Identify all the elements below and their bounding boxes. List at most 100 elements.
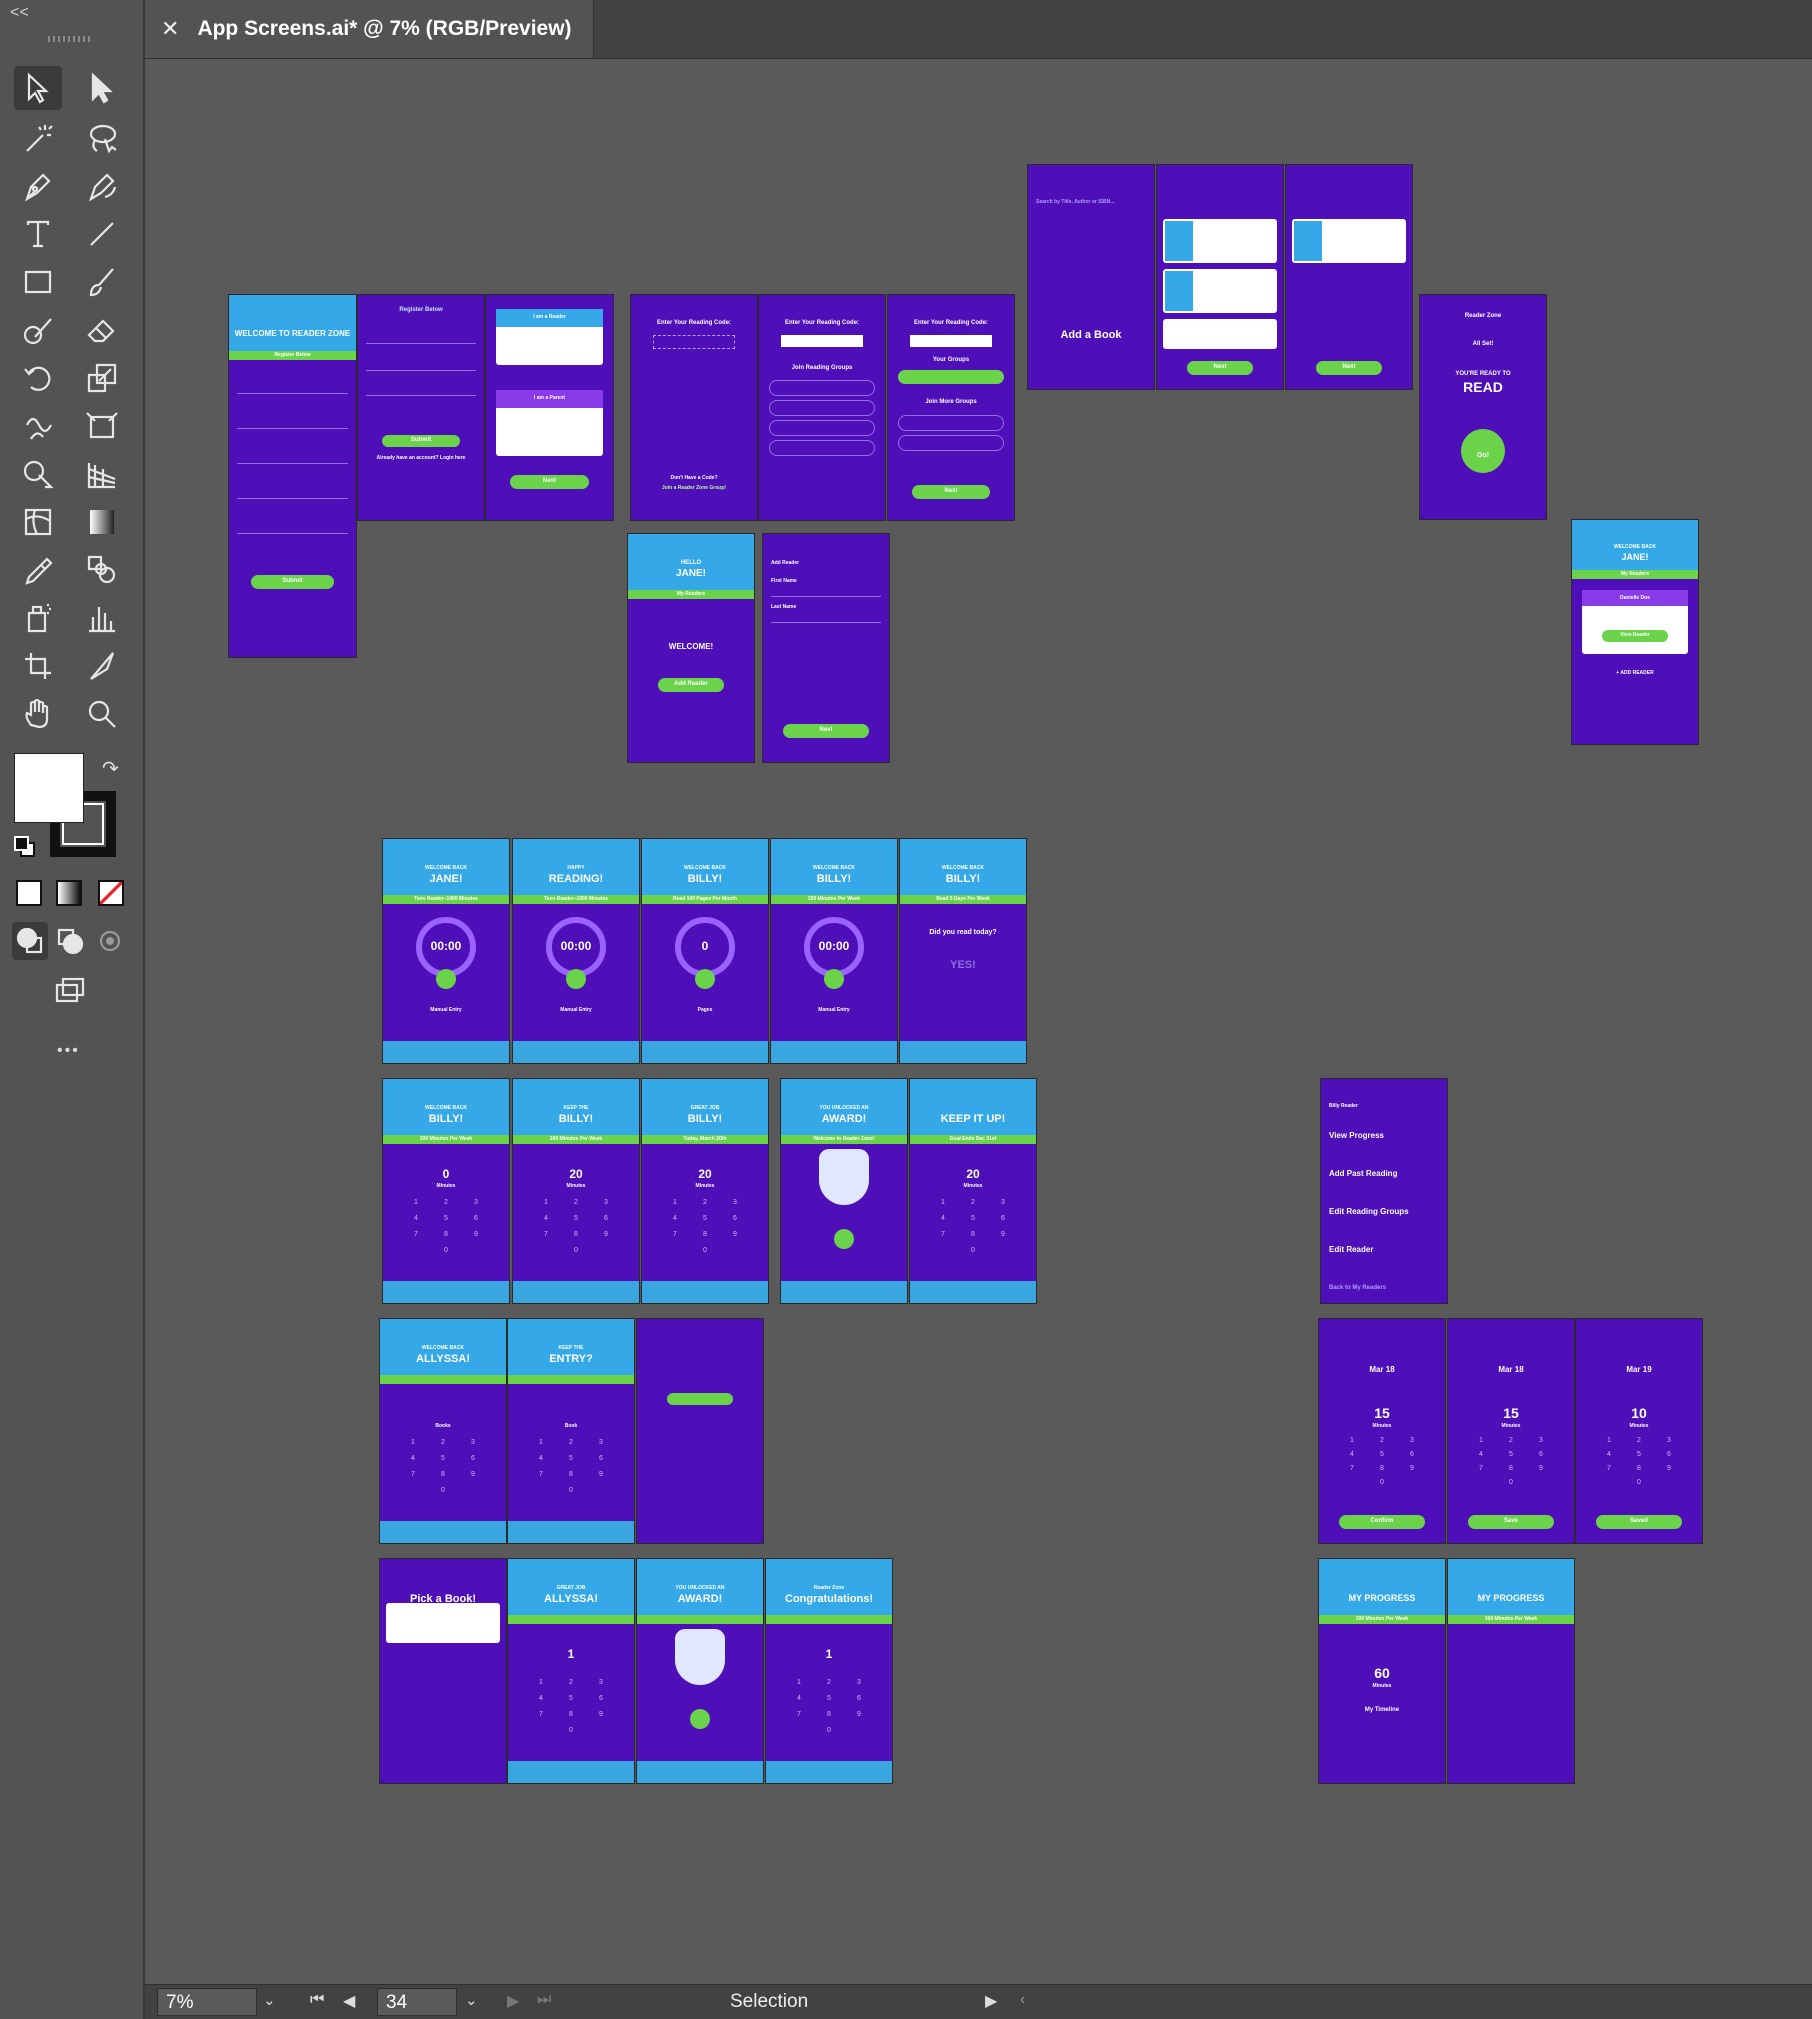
menu-edit-groups[interactable]: Edit Reading Groups (1321, 1207, 1447, 1216)
keypad-key[interactable]: 4 (1347, 1451, 1357, 1458)
keypad-key[interactable]: 1 (536, 1679, 546, 1686)
keypad-key[interactable]: 8 (571, 1231, 581, 1238)
gradient-mode-icon[interactable] (56, 880, 82, 906)
keypad-key[interactable]: 4 (536, 1455, 546, 1462)
type-tool-icon[interactable] (14, 212, 62, 256)
paintbrush-tool-icon[interactable] (78, 260, 126, 304)
keypad-key[interactable]: 2 (1634, 1437, 1644, 1444)
gradient-tool-icon[interactable] (78, 500, 126, 544)
keypad-key[interactable]: 8 (566, 1471, 576, 1478)
artboard-progress-1[interactable]: MY PROGRESS 100 Minutes Per Week (1448, 1559, 1574, 1783)
keypad-key[interactable]: 1 (938, 1199, 948, 1206)
keypad-key[interactable]: 0 (968, 1247, 978, 1254)
perspective-grid-tool-icon[interactable] (78, 452, 126, 496)
default-colors-icon[interactable] (14, 836, 35, 857)
keypad-key[interactable]: 5 (438, 1455, 448, 1462)
artboard-menu[interactable]: Billy Reader View Progress Add Past Read… (1321, 1079, 1447, 1303)
panel-grip[interactable] (48, 36, 92, 42)
blend-tool-icon[interactable] (78, 548, 126, 592)
pen-tool-icon[interactable] (14, 164, 62, 208)
keypad-key[interactable]: 7 (541, 1231, 551, 1238)
award-go-button[interactable] (690, 1709, 710, 1729)
keypad-key[interactable]: 7 (536, 1711, 546, 1718)
keypad-key[interactable]: 8 (1634, 1465, 1644, 1472)
artboard-row4-1[interactable]: GREAT JOB ALLYSSA! 1 1 2 3 4 5 6 7 8 9 0 (508, 1559, 634, 1783)
keypad-key[interactable]: 0 (1506, 1479, 1516, 1486)
keypad-key[interactable]: 4 (536, 1695, 546, 1702)
swap-colors-icon[interactable]: ↷ (102, 756, 119, 781)
artboard-ready[interactable]: Reader Zone All Set! YOU'RE READY TO REA… (1420, 295, 1546, 519)
keypad-key[interactable]: 5 (700, 1215, 710, 1222)
zoom-tool-icon[interactable] (78, 692, 126, 736)
keypad-key[interactable]: 9 (1407, 1465, 1417, 1472)
screen-mode-icon[interactable] (46, 970, 94, 1010)
keypad-key[interactable]: 0 (566, 1727, 576, 1734)
keypad-key[interactable]: 9 (854, 1711, 864, 1718)
scale-tool-icon[interactable] (78, 356, 126, 400)
add-book-search[interactable]: Search by Title, Author or ISBN... (1028, 199, 1154, 205)
past-action-label[interactable]: Save (1448, 1518, 1574, 1524)
keypad-key[interactable]: 6 (601, 1215, 611, 1222)
rotate-tool-icon[interactable] (14, 356, 62, 400)
keypad-key[interactable]: 9 (596, 1711, 606, 1718)
selection-tool-icon[interactable] (14, 66, 62, 110)
keypad-key[interactable]: 0 (824, 1727, 834, 1734)
artboard-number-field[interactable]: 34 (377, 1988, 457, 2016)
manual-entry[interactable]: Manual Entry (513, 1007, 639, 1013)
eraser-tool-icon[interactable] (78, 308, 126, 352)
keypad-key[interactable]: 6 (1407, 1451, 1417, 1458)
keypad-key[interactable]: 8 (968, 1231, 978, 1238)
keypad-key[interactable]: 3 (1664, 1437, 1674, 1444)
keypad-key[interactable]: 6 (998, 1215, 1008, 1222)
keypad-key[interactable]: 2 (1377, 1437, 1387, 1444)
slice-tool-icon[interactable] (78, 644, 126, 688)
code3-next[interactable]: Next (888, 488, 1014, 494)
manual-entry[interactable]: Manual Entry (771, 1007, 897, 1013)
play-button[interactable] (824, 969, 844, 989)
keypad-key[interactable]: 1 (536, 1439, 546, 1446)
menu-add-past[interactable]: Add Past Reading (1321, 1169, 1447, 1178)
keypad-key[interactable]: 3 (471, 1199, 481, 1206)
keypad-key[interactable]: 3 (1407, 1437, 1417, 1444)
artboard-row2-0[interactable]: WELCOME BACK BILLY! 100 Minutes Per Week 0 M… (383, 1079, 509, 1303)
artboard-code-3[interactable]: Enter Your Reading Code: Your Groups Joi… (888, 295, 1014, 520)
play-button[interactable] (695, 969, 715, 989)
lasso-tool-icon[interactable] (78, 116, 126, 160)
keypad-key[interactable]: 5 (566, 1695, 576, 1702)
keypad-key[interactable]: 6 (471, 1215, 481, 1222)
results-next[interactable]: Next (1157, 364, 1283, 370)
rectangle-tool-icon[interactable] (14, 260, 62, 304)
progress-timeline-button[interactable]: My Timeline (1319, 1707, 1445, 1713)
artboard-row4-3[interactable]: Reader Zone Congratulations! 1 1 2 3 4 5 6 7 8 9 0 (766, 1559, 892, 1783)
keypad-key[interactable]: 8 (700, 1231, 710, 1238)
keypad-key[interactable]: 2 (700, 1199, 710, 1206)
keypad-key[interactable]: 7 (938, 1231, 948, 1238)
artboard-add-book[interactable]: Search by Title, Author or ISBN... Add a… (1028, 165, 1154, 389)
yes-button[interactable]: YES! (900, 959, 1026, 971)
artboard-past-2[interactable]: Mar 19 10 Minutes 1 2 3 4 5 6 7 8 9 0 Saved (1576, 1319, 1702, 1543)
last-artboard-icon[interactable]: ⏭ (537, 1991, 551, 2009)
welcome-submit[interactable]: Submit (229, 578, 356, 584)
keypad-key[interactable]: 4 (794, 1695, 804, 1702)
draw-inside-icon[interactable] (92, 922, 128, 960)
shaper-tool-icon[interactable] (14, 308, 62, 352)
eyedropper-tool-icon[interactable] (14, 548, 62, 592)
wb-add[interactable]: + ADD READER (1572, 670, 1698, 676)
hand-tool-icon[interactable] (14, 692, 62, 736)
keypad-key[interactable]: 9 (1536, 1465, 1546, 1472)
keypad-key[interactable]: 1 (794, 1679, 804, 1686)
artboard-row3-2[interactable] (637, 1319, 763, 1543)
past-action-label[interactable]: Saved (1576, 1518, 1702, 1524)
keypad-key[interactable]: 9 (471, 1231, 481, 1238)
register-login[interactable]: Already have an account? Login here (358, 455, 484, 461)
draw-behind-icon[interactable] (52, 922, 88, 960)
keypad-key[interactable]: 4 (938, 1215, 948, 1222)
artboard-book-selected[interactable]: Next (1286, 165, 1412, 389)
keypad-key[interactable]: 2 (1506, 1437, 1516, 1444)
artboard-past-1[interactable]: Mar 18 15 Minutes 1 2 3 4 5 6 7 8 9 0 Save (1448, 1319, 1574, 1543)
keypad-key[interactable]: 7 (411, 1231, 421, 1238)
keypad-key[interactable]: 3 (596, 1439, 606, 1446)
artboard-row1-2[interactable]: WELCOME BACK BILLY! Read 100 Pages Per Mon… (642, 839, 768, 1063)
add-reader-button[interactable] (667, 1393, 733, 1405)
keypad-key[interactable]: 2 (441, 1199, 451, 1206)
